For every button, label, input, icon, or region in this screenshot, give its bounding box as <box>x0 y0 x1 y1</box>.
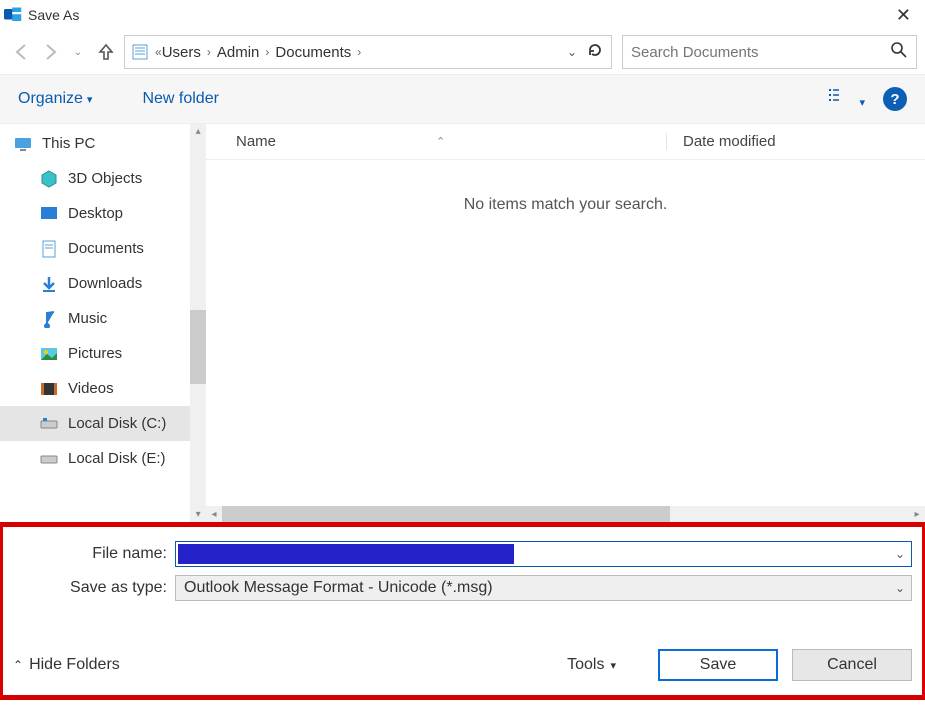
organize-menu[interactable]: Organize ▾ <box>18 90 92 108</box>
sidebar-item-local-disk-e[interactable]: Local Disk (E:) <box>0 441 190 476</box>
outlook-app-icon <box>4 6 22 24</box>
breadcrumb-item[interactable]: Admin <box>217 44 260 61</box>
sidebar-item-label: Local Disk (C:) <box>68 415 166 432</box>
filename-input[interactable] <box>178 544 514 564</box>
address-bar[interactable]: « Users › Admin › Documents › ⌄ <box>124 35 612 69</box>
music-icon <box>40 310 58 328</box>
back-button[interactable] <box>8 38 36 66</box>
toolbar: Organize ▾ New folder ▾ ? <box>0 74 925 124</box>
chevron-right-icon: › <box>207 45 211 59</box>
save-label: Save <box>700 656 736 674</box>
sidebar-item-label: Downloads <box>68 275 142 292</box>
chevron-down-icon: ▾ <box>87 93 93 106</box>
new-folder-button[interactable]: New folder <box>142 90 218 108</box>
scroll-up-icon[interactable]: ▴ <box>190 124 206 139</box>
sidebar-item-documents[interactable]: Documents <box>0 231 190 266</box>
scroll-left-icon[interactable]: ◂ <box>206 506 222 522</box>
refresh-button[interactable] <box>587 42 603 62</box>
view-options-button[interactable]: ▾ <box>829 88 865 110</box>
sidebar-item-label: This PC <box>42 135 95 152</box>
sidebar-item-music[interactable]: Music <box>0 301 190 336</box>
sidebar-scrollbar[interactable]: ▴ ▾ <box>190 124 206 522</box>
sidebar-item-label: Desktop <box>68 205 123 222</box>
help-button[interactable]: ? <box>883 87 907 111</box>
sidebar-item-label: Local Disk (E:) <box>68 450 166 467</box>
savetype-combobox[interactable]: Outlook Message Format - Unicode (*.msg)… <box>175 575 912 601</box>
picture-icon <box>40 345 58 363</box>
history-dropdown[interactable]: ⌄ <box>64 38 92 66</box>
sidebar-item-label: Music <box>68 310 107 327</box>
chevron-down-icon[interactable]: ⌄ <box>895 581 905 595</box>
download-icon <box>40 275 58 293</box>
column-label: Name <box>236 133 276 150</box>
search-icon[interactable] <box>890 41 908 63</box>
empty-state-message: No items match your search. <box>206 160 925 214</box>
sidebar-item-videos[interactable]: Videos <box>0 371 190 406</box>
hide-folders-label: Hide Folders <box>29 656 120 674</box>
hide-folders-button[interactable]: ⌃ Hide Folders <box>13 656 120 674</box>
breadcrumb-item[interactable]: Documents <box>275 44 351 61</box>
drive-icon <box>40 415 58 433</box>
close-button[interactable]: ✕ <box>890 5 917 26</box>
titlebar: Save As ✕ <box>0 0 925 30</box>
sidebar: This PC 3D Objects Desktop Documents Dow… <box>0 124 206 522</box>
column-label: Date modified <box>683 133 776 150</box>
cancel-label: Cancel <box>827 656 877 674</box>
chevron-down-icon[interactable]: ⌄ <box>895 547 905 561</box>
forward-button[interactable] <box>36 38 64 66</box>
save-form-panel: File name: ⌄ Save as type: Outlook Messa… <box>0 522 925 700</box>
search-box[interactable] <box>622 35 917 69</box>
desktop-icon <box>40 205 58 223</box>
address-dropdown-icon[interactable]: ⌄ <box>567 45 577 59</box>
chevron-up-icon: ⌃ <box>13 658 23 672</box>
organize-label: Organize <box>18 90 83 108</box>
breadcrumb-item[interactable]: Users <box>162 44 201 61</box>
file-list-area: Name ⌃ Date modified No items match your… <box>206 124 925 522</box>
cube-icon <box>40 170 58 188</box>
sidebar-item-label: Pictures <box>68 345 122 362</box>
up-button[interactable] <box>92 38 120 66</box>
cancel-button[interactable]: Cancel <box>792 649 912 681</box>
sidebar-item-3d-objects[interactable]: 3D Objects <box>0 161 190 196</box>
savetype-label: Save as type: <box>13 579 175 597</box>
column-header-name[interactable]: Name ⌃ <box>206 133 666 150</box>
sidebar-item-downloads[interactable]: Downloads <box>0 266 190 301</box>
window-title: Save As <box>28 7 79 23</box>
tools-label: Tools <box>567 656 604 674</box>
crumb-overflow-icon[interactable]: « <box>155 45 162 59</box>
sidebar-item-label: Documents <box>68 240 144 257</box>
sidebar-item-label: Videos <box>68 380 114 397</box>
tools-menu[interactable]: Tools ▾ <box>567 656 616 674</box>
pc-icon <box>14 135 32 153</box>
video-icon <box>40 380 58 398</box>
sidebar-item-local-disk-c[interactable]: Local Disk (C:) <box>0 406 190 441</box>
sidebar-item-pictures[interactable]: Pictures <box>0 336 190 371</box>
chevron-right-icon: › <box>265 45 269 59</box>
scroll-down-icon[interactable]: ▾ <box>190 507 206 522</box>
scrollbar-thumb[interactable] <box>222 506 670 522</box>
content-scrollbar[interactable]: ◂ ▸ <box>206 506 925 522</box>
save-button[interactable]: Save <box>658 649 778 681</box>
scroll-right-icon[interactable]: ▸ <box>909 506 925 522</box>
savetype-value: Outlook Message Format - Unicode (*.msg) <box>184 579 493 597</box>
search-input[interactable] <box>631 44 890 61</box>
folder-type-icon <box>131 43 149 61</box>
sort-ascending-icon: ⌃ <box>436 135 445 148</box>
chevron-right-icon: › <box>357 45 361 59</box>
document-icon <box>40 240 58 258</box>
filename-combobox[interactable]: ⌄ <box>175 541 912 567</box>
scrollbar-thumb[interactable] <box>190 310 206 384</box>
sidebar-item-desktop[interactable]: Desktop <box>0 196 190 231</box>
sidebar-root-this-pc[interactable]: This PC <box>0 126 190 161</box>
drive-icon <box>40 450 58 468</box>
column-header-date[interactable]: Date modified <box>666 133 925 150</box>
sidebar-item-label: 3D Objects <box>68 170 142 187</box>
navigation-bar: ⌄ « Users › Admin › Documents › ⌄ <box>0 30 925 74</box>
chevron-down-icon: ▾ <box>610 659 616 672</box>
filename-label: File name: <box>13 545 175 563</box>
